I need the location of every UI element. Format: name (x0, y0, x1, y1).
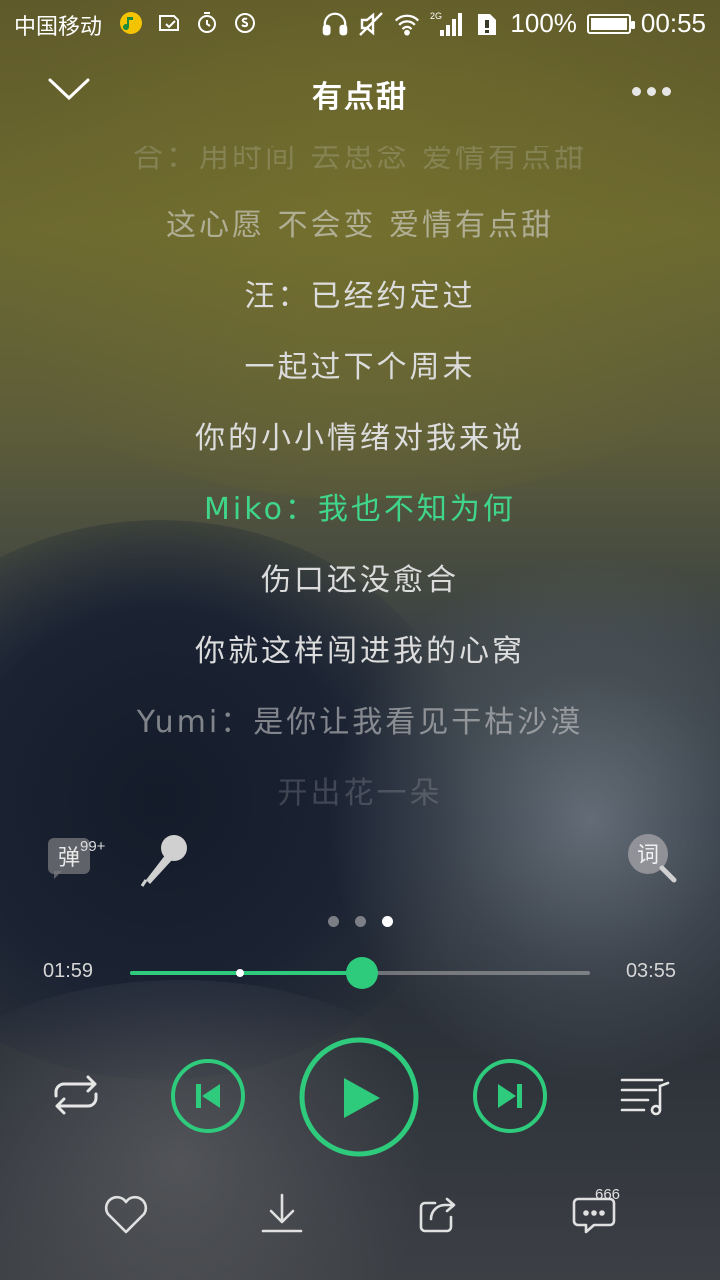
lyric-line: Yumi：是你让我看见干枯沙漠 (136, 705, 584, 740)
skip-next-icon (473, 1059, 547, 1133)
song-title: 有点甜 (312, 80, 408, 115)
seek-bar[interactable] (130, 957, 590, 989)
lyrics-search-icon: 词 (628, 834, 677, 883)
headphones-icon (322, 11, 348, 37)
mute-icon (358, 11, 384, 37)
playlist-icon (620, 1078, 670, 1116)
share-button[interactable] (408, 1184, 468, 1244)
carrier-name: 中国移动 (14, 15, 103, 40)
download-button[interactable] (252, 1184, 312, 1244)
more-options-button[interactable] (626, 76, 676, 106)
favorite-button[interactable] (96, 1184, 156, 1244)
lyric-line: 一起过下个周末 (244, 350, 476, 385)
buffer-marker (236, 969, 245, 977)
status-bar: 中国移动 2G 100% 00:55 (0, 0, 720, 50)
page-dot-active (381, 916, 393, 927)
sim-alert-icon (474, 11, 500, 37)
repeat-icon (54, 1075, 98, 1115)
playlist-button[interactable] (616, 1072, 672, 1118)
player-header: 有点甜 (0, 60, 720, 124)
battery-percentage: 100% (510, 8, 577, 38)
lyrics-tools-row: 弹 99+ 词 (0, 820, 720, 890)
notification-icon (156, 10, 182, 36)
alarm-clock-icon (194, 10, 220, 36)
lyric-line: 合：用时间 去思念 爱情有点甜 (132, 140, 588, 175)
play-button[interactable] (298, 1036, 420, 1158)
lyrics-panel[interactable]: 合：用时间 去思念 爱情有点甜 这心愿 不会变 爱情有点甜 汪：已经约定过 一起… (0, 120, 720, 820)
download-icon (261, 1193, 303, 1233)
lyric-line: 开出花一朵 (277, 776, 443, 811)
page-dot (327, 916, 339, 927)
battery-icon (586, 13, 635, 34)
previous-track-button[interactable] (170, 1058, 246, 1134)
page-dot (354, 916, 366, 927)
karaoke-mic-button[interactable] (140, 830, 192, 888)
share-icon (419, 1197, 456, 1233)
microphone-icon (140, 835, 187, 887)
lyric-line: 你就这样闯进我的心窝 (195, 634, 525, 669)
current-time: 01:59 (43, 960, 94, 982)
next-track-button[interactable] (472, 1058, 548, 1134)
music-app-icon (118, 10, 144, 36)
lyric-line: 你的小小情绪对我来说 (195, 421, 525, 456)
page-indicator (0, 916, 720, 932)
wifi-icon (394, 11, 420, 37)
progress-area: 01:59 03:55 (0, 950, 720, 1000)
seek-thumb[interactable] (346, 957, 379, 989)
headset-service-icon (232, 10, 258, 36)
lyric-line: 汪：已经约定过 (244, 279, 476, 314)
lyric-line-current: Miko：我也不知为何 (204, 492, 516, 527)
total-duration: 03:55 (625, 960, 676, 982)
playback-controls (0, 1030, 720, 1170)
lyric-line: 伤口还没愈合 (261, 563, 459, 598)
network-type: 2G (430, 11, 442, 21)
lyric-line: 这心愿 不会变 爱情有点甜 (165, 208, 555, 243)
danmu-button[interactable]: 弹 99+ (48, 838, 105, 879)
comment-count: 666 (595, 1186, 621, 1203)
status-clock: 00:55 (640, 8, 706, 38)
danmu-label: 弹 (57, 846, 80, 871)
signal-icon: 2G (430, 11, 464, 37)
play-icon (299, 1037, 419, 1157)
svg-text:词: 词 (637, 843, 659, 868)
bottom-actions: 666 (0, 1180, 720, 1250)
repeat-mode-button[interactable] (46, 1070, 106, 1120)
skip-previous-icon (171, 1059, 245, 1133)
danmu-count-badge: 99+ (80, 838, 106, 855)
lyrics-search-button[interactable]: 词 (626, 832, 678, 884)
heart-icon (104, 1195, 148, 1234)
